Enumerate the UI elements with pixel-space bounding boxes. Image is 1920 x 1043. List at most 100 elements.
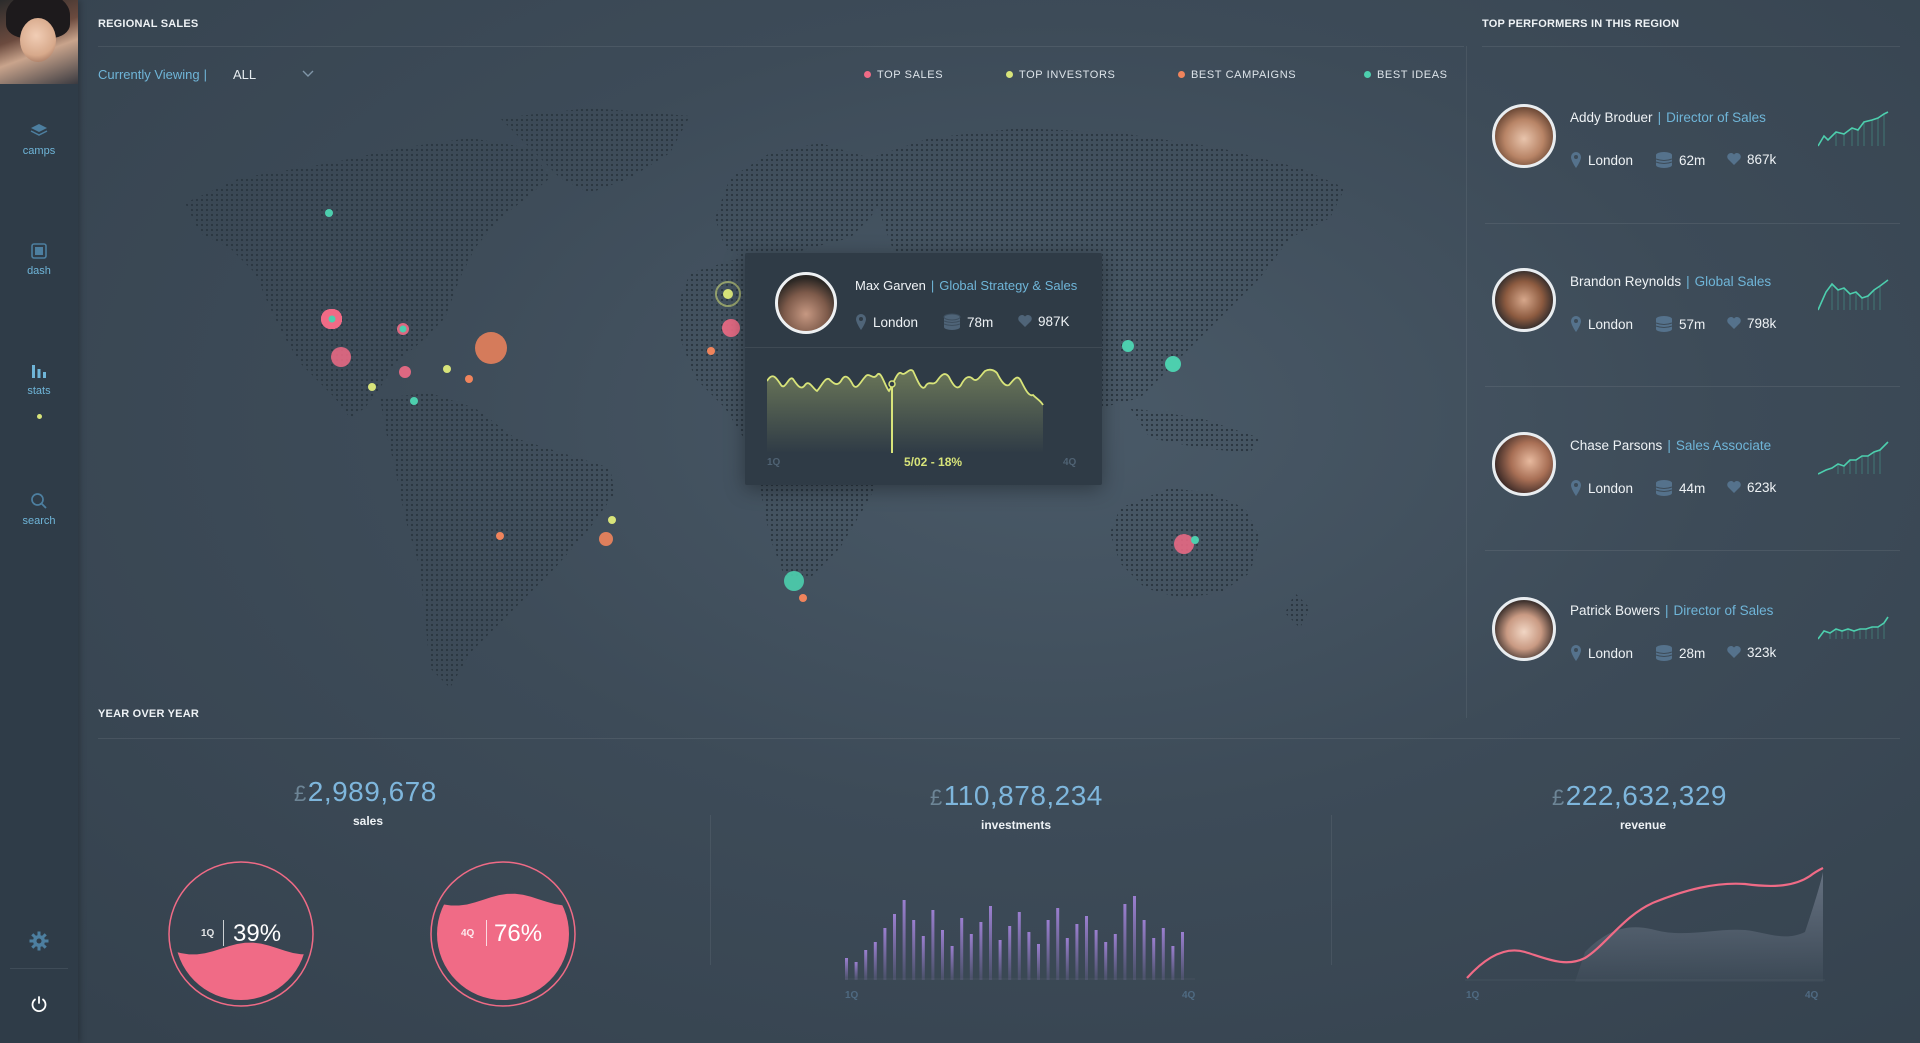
performer-location-value: London — [1588, 317, 1634, 332]
marker-top-investors-selected[interactable] — [723, 289, 733, 299]
location-pin-icon — [856, 314, 866, 330]
sales-value: 2,989,678 — [307, 776, 437, 807]
marker-best-ideas[interactable] — [1165, 356, 1181, 372]
investments-value: 110,878,234 — [943, 780, 1103, 811]
marker-best-ideas[interactable] — [1191, 536, 1199, 544]
marker-best-campaigns[interactable] — [465, 375, 473, 383]
investment-bar — [950, 946, 954, 980]
popup-axis-start: 1Q — [767, 457, 781, 468]
investments-label: investments — [980, 818, 1052, 832]
heart-icon — [1727, 481, 1741, 493]
performer-name: Addy Broduer — [1570, 110, 1653, 125]
performer-card[interactable]: Brandon Reynolds | Global Sales London 57m… — [1490, 268, 1900, 408]
performer-divider — [1485, 550, 1900, 551]
heart-icon — [1727, 153, 1741, 165]
marker-best-ideas[interactable] — [784, 571, 804, 591]
marker-best-campaigns[interactable] — [496, 532, 504, 540]
performer-location-value: London — [1588, 153, 1634, 168]
performer-name: Patrick Bowers — [1570, 603, 1661, 618]
revenue-total: £222,632,329 — [1552, 780, 1727, 812]
popup-coins-value: 78m — [967, 315, 994, 330]
performer-coins: 57m — [1655, 315, 1705, 333]
popup-divider — [745, 347, 1102, 348]
performer-avatar — [1492, 432, 1556, 496]
marker-top-sales[interactable] — [399, 366, 411, 378]
marker-top-investors[interactable] — [608, 516, 616, 524]
investment-bar — [912, 920, 916, 980]
marker-top-sales[interactable] — [331, 347, 351, 367]
investment-bar — [998, 940, 1002, 980]
performer-avatar — [1492, 268, 1556, 332]
marker-top-investors[interactable] — [368, 383, 376, 391]
marker-best-campaigns[interactable] — [475, 332, 507, 364]
location-pin-icon — [1571, 152, 1581, 168]
performer-coins-value: 28m — [1679, 646, 1706, 661]
performer-coins-value: 57m — [1679, 317, 1706, 332]
performer-likes: 623k — [1726, 479, 1776, 495]
investment-bar — [979, 922, 983, 980]
investment-bar — [1123, 904, 1127, 980]
marker-best-ideas[interactable] — [410, 397, 418, 405]
popup-marker-label: 5/02 - 18% — [904, 455, 963, 469]
performer-likes: 323k — [1726, 644, 1776, 660]
marker-best-ideas[interactable] — [328, 315, 336, 323]
revenue-label: revenue — [1619, 818, 1667, 832]
performer-sparkline — [1818, 616, 1889, 640]
investment-bar — [854, 962, 858, 980]
investment-bar — [1075, 924, 1079, 980]
performer-location: London — [1570, 151, 1633, 169]
investment-bar — [1181, 932, 1184, 980]
performer-location: London — [1570, 479, 1633, 497]
marker-best-campaigns[interactable] — [799, 594, 807, 602]
revenue-line-chart[interactable] — [1465, 862, 1825, 982]
popup-name: Max Garven — [855, 278, 926, 293]
marker-top-sales[interactable] — [722, 319, 740, 337]
divider — [1482, 46, 1900, 47]
location-pin-icon — [1571, 316, 1581, 332]
performer-sparkline — [1818, 441, 1889, 475]
investment-bar — [1171, 946, 1175, 980]
investment-bar — [941, 930, 944, 980]
performer-card[interactable]: Patrick Bowers | Director of Sales London … — [1490, 597, 1900, 737]
revenue-axis-end: 4Q — [1805, 990, 1819, 1001]
performer-card[interactable]: Chase Parsons | Sales Associate London 44m… — [1490, 432, 1900, 572]
marker-top-investors[interactable] — [443, 365, 451, 373]
performer-separator: | — [1667, 438, 1671, 453]
popup-location: London — [855, 313, 918, 331]
column-divider — [1331, 815, 1332, 965]
investments-bar-chart[interactable] — [845, 880, 1195, 980]
performer-likes-value: 623k — [1747, 480, 1777, 495]
popup-avatar — [775, 272, 837, 334]
investment-bar — [873, 942, 877, 980]
investment-bar — [1094, 930, 1098, 980]
column-divider — [710, 815, 711, 965]
marker-best-ideas[interactable] — [1122, 340, 1134, 352]
marker-top-sales[interactable] — [1174, 534, 1194, 554]
performer-coins: 62m — [1655, 151, 1705, 169]
performer-location-value: London — [1588, 481, 1634, 496]
popup-name-line: Max Garven | Global Strategy & Sales — [855, 278, 1077, 293]
performer-avatar — [1492, 104, 1556, 168]
investment-bar — [921, 936, 925, 980]
investment-bar — [1161, 928, 1165, 980]
investment-bar — [989, 906, 992, 980]
chart-marker-point[interactable] — [888, 380, 896, 388]
currency-symbol: £ — [294, 781, 307, 806]
performer-likes: 798k — [1726, 315, 1776, 331]
marker-best-ideas[interactable] — [399, 325, 407, 333]
performer-sparkline — [1818, 279, 1889, 311]
currency-symbol: £ — [1552, 785, 1565, 810]
section-title-year-over-year: YEAR OVER YEAR — [98, 708, 200, 720]
investment-bar — [1065, 938, 1069, 980]
investment-bar — [960, 918, 964, 980]
popup-line-chart[interactable] — [767, 357, 1079, 453]
marker-best-campaigns[interactable] — [707, 347, 715, 355]
performer-name-line: Patrick Bowers | Director of Sales — [1570, 603, 1773, 618]
gauge-percentage: 39% — [233, 920, 282, 947]
investment-bar — [1152, 938, 1156, 980]
divider — [98, 738, 1900, 739]
investment-bar — [1142, 920, 1146, 980]
marker-best-campaigns[interactable] — [599, 532, 613, 546]
performer-popup[interactable]: Max Garven | Global Strategy & Sales Londo… — [745, 253, 1102, 485]
performer-coins: 44m — [1655, 479, 1705, 497]
